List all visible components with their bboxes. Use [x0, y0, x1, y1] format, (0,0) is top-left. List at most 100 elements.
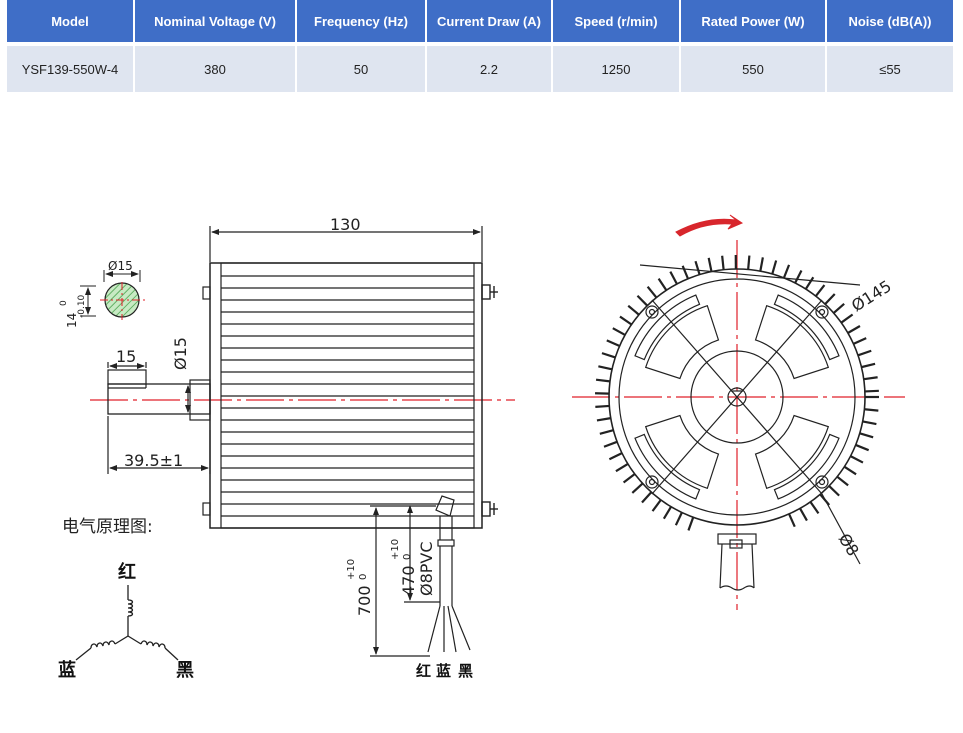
cooling-fins	[221, 275, 474, 517]
mount-hole-center	[818, 308, 826, 316]
radial-fin	[861, 362, 876, 369]
radial-fin	[687, 516, 695, 531]
vent-slot-outer	[773, 433, 840, 500]
radial-fin	[641, 491, 653, 504]
vent-slot-outer	[634, 294, 701, 361]
radial-fin	[832, 303, 845, 314]
radial-fin	[694, 260, 701, 275]
radial-fin	[606, 339, 621, 347]
shaft-section	[80, 270, 146, 320]
dim-shaft-key: 15	[116, 347, 136, 366]
side-view	[90, 226, 515, 529]
dim-lead-total: 700	[355, 585, 374, 616]
dim-section-tol-lower: -0.10	[77, 294, 87, 318]
dim-outer-dia: Ø145	[848, 276, 895, 315]
schematic-blue: 蓝	[58, 660, 76, 681]
radial-fin	[759, 257, 764, 272]
radial-fin	[814, 284, 826, 297]
radial-fin	[836, 475, 849, 487]
motor-drawing: 130 15 Ø15 39.5±1 Ø15 14 0 -0.10 700 +10…	[58, 214, 905, 681]
dim-length: 130	[330, 215, 361, 234]
mount-hole	[815, 475, 829, 489]
bolt-top-right	[481, 284, 498, 300]
radial-fin	[681, 265, 690, 280]
wire-label-black: 黑	[458, 662, 473, 680]
radial-fin	[824, 293, 836, 305]
wye-schematic	[75, 585, 179, 661]
radial-fin	[615, 462, 629, 473]
vent-slot-outer	[634, 433, 701, 500]
radial-fin	[651, 499, 662, 512]
mount-hole	[815, 305, 829, 319]
dim-pvc-spec: Ø8PVC	[417, 541, 436, 596]
radial-fin	[601, 352, 616, 359]
radial-fin	[782, 264, 791, 279]
radial-fin	[627, 304, 640, 316]
wire-label-blue: 蓝	[436, 662, 451, 680]
radial-fin	[809, 501, 820, 514]
dim-lead-total-tol-lower: 0	[358, 574, 369, 580]
radial-fin	[863, 376, 878, 381]
dim-lead-pvc-tol-upper: +10	[390, 539, 401, 560]
schematic-title: 电气原理图:	[62, 517, 153, 537]
radial-fin	[828, 485, 840, 497]
mount-hole	[645, 305, 659, 319]
radial-fin	[707, 257, 713, 272]
dim-section-dia: Ø15	[108, 259, 133, 273]
radial-fin	[788, 513, 796, 528]
radial-fin	[859, 432, 874, 439]
radial-fin	[596, 417, 611, 422]
radial-fin	[662, 506, 673, 520]
radial-fin	[771, 260, 778, 275]
radial-fin	[598, 365, 613, 371]
radial-fin	[857, 349, 872, 357]
radial-fin	[603, 440, 618, 448]
schematic-red: 红	[118, 561, 136, 583]
mount-hole-center	[648, 478, 656, 486]
radial-fin	[674, 512, 683, 526]
radial-fin	[622, 473, 636, 484]
radial-fin	[657, 277, 668, 291]
radial-fin	[847, 325, 861, 334]
radial-fin	[669, 271, 678, 285]
radial-fin	[636, 294, 649, 307]
dim-shaft-length: 39.5±1	[124, 451, 183, 470]
radial-fin	[595, 378, 611, 383]
radial-fin	[631, 482, 644, 494]
dim-lead-total-tol-upper: +10	[346, 559, 357, 580]
radial-fin	[721, 255, 725, 270]
radial-fin	[864, 408, 879, 412]
bolt-top-left	[202, 286, 211, 300]
radial-fin	[804, 276, 815, 290]
vent-slot-outer	[773, 294, 840, 361]
mount-hole-center	[818, 478, 826, 486]
radial-fin	[608, 452, 623, 461]
bolt-bottom-right	[481, 501, 498, 517]
radial-fin	[862, 420, 877, 426]
radial-fin	[794, 269, 803, 284]
radial-fin	[612, 327, 626, 336]
radial-fin	[619, 315, 633, 326]
radial-fin	[799, 507, 808, 522]
rotation-arrow	[675, 214, 744, 237]
radial-fin	[855, 443, 870, 452]
dim-lead-pvc-tol-lower: 0	[402, 554, 413, 560]
mount-hole	[645, 475, 659, 489]
radial-fin	[747, 255, 751, 270]
dim-lead-pvc: 470	[399, 565, 418, 596]
radial-fin	[843, 465, 857, 476]
schematic-black: 黑	[176, 660, 194, 681]
dim-shaft-dia: Ø15	[171, 337, 190, 370]
dim-mount-dia: Ø8	[835, 530, 863, 559]
wire-label-red: 红	[416, 662, 431, 680]
radial-fin	[599, 429, 614, 435]
mount-hole-center	[648, 308, 656, 316]
dim-section-tol-upper: 0	[59, 300, 69, 306]
radial-fin	[864, 389, 879, 393]
radial-fin	[646, 285, 658, 299]
radial-fin	[595, 404, 610, 409]
radial-fin	[853, 337, 867, 345]
radial-fin	[850, 455, 864, 464]
radial-fin	[840, 313, 854, 324]
bolt-bottom-left	[202, 502, 211, 516]
